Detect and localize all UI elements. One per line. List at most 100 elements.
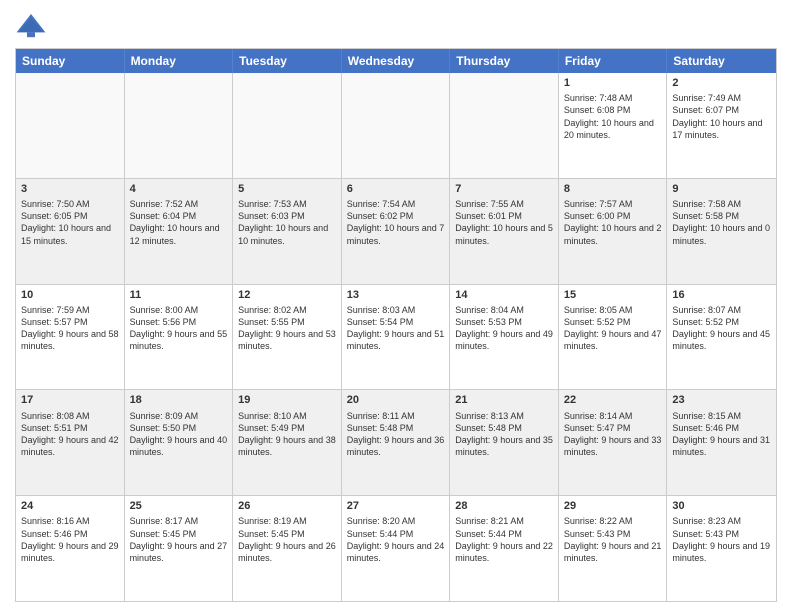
cal-cell-2-3: 5 Sunrise: 7:53 AMSunset: 6:03 PMDayligh…: [233, 179, 342, 284]
cal-cell-1-6: 1 Sunrise: 7:48 AMSunset: 6:08 PMDayligh…: [559, 73, 668, 178]
cal-cell-5-6: 29 Sunrise: 8:22 AMSunset: 5:43 PMDaylig…: [559, 496, 668, 601]
cal-cell-3-4: 13 Sunrise: 8:03 AMSunset: 5:54 PMDaylig…: [342, 285, 451, 390]
cell-info: Sunrise: 8:22 AMSunset: 5:43 PMDaylight:…: [564, 515, 662, 564]
cal-cell-4-4: 20 Sunrise: 8:11 AMSunset: 5:48 PMDaylig…: [342, 390, 451, 495]
header-sunday: Sunday: [16, 49, 125, 73]
cell-info: Sunrise: 7:53 AMSunset: 6:03 PMDaylight:…: [238, 198, 336, 247]
cal-cell-3-1: 10 Sunrise: 7:59 AMSunset: 5:57 PMDaylig…: [16, 285, 125, 390]
cell-info: Sunrise: 8:19 AMSunset: 5:45 PMDaylight:…: [238, 515, 336, 564]
cell-info: Sunrise: 8:13 AMSunset: 5:48 PMDaylight:…: [455, 410, 553, 459]
cal-cell-5-4: 27 Sunrise: 8:20 AMSunset: 5:44 PMDaylig…: [342, 496, 451, 601]
week-row-1: 1 Sunrise: 7:48 AMSunset: 6:08 PMDayligh…: [16, 73, 776, 178]
cal-cell-4-6: 22 Sunrise: 8:14 AMSunset: 5:47 PMDaylig…: [559, 390, 668, 495]
cell-info: Sunrise: 8:08 AMSunset: 5:51 PMDaylight:…: [21, 410, 119, 459]
cal-cell-1-5: [450, 73, 559, 178]
cell-info: Sunrise: 8:23 AMSunset: 5:43 PMDaylight:…: [672, 515, 771, 564]
day-number: 24: [21, 499, 119, 513]
cell-info: Sunrise: 7:57 AMSunset: 6:00 PMDaylight:…: [564, 198, 662, 247]
cell-info: Sunrise: 8:03 AMSunset: 5:54 PMDaylight:…: [347, 304, 445, 353]
cell-info: Sunrise: 7:50 AMSunset: 6:05 PMDaylight:…: [21, 198, 119, 247]
day-number: 14: [455, 288, 553, 302]
cal-cell-2-2: 4 Sunrise: 7:52 AMSunset: 6:04 PMDayligh…: [125, 179, 234, 284]
week-row-3: 10 Sunrise: 7:59 AMSunset: 5:57 PMDaylig…: [16, 284, 776, 390]
cal-cell-2-5: 7 Sunrise: 7:55 AMSunset: 6:01 PMDayligh…: [450, 179, 559, 284]
week-row-4: 17 Sunrise: 8:08 AMSunset: 5:51 PMDaylig…: [16, 389, 776, 495]
day-number: 30: [672, 499, 771, 513]
cell-info: Sunrise: 8:17 AMSunset: 5:45 PMDaylight:…: [130, 515, 228, 564]
day-number: 26: [238, 499, 336, 513]
logo-icon: [15, 10, 47, 42]
day-number: 20: [347, 393, 445, 407]
day-number: 29: [564, 499, 662, 513]
cal-cell-3-6: 15 Sunrise: 8:05 AMSunset: 5:52 PMDaylig…: [559, 285, 668, 390]
day-number: 16: [672, 288, 771, 302]
cell-info: Sunrise: 8:02 AMSunset: 5:55 PMDaylight:…: [238, 304, 336, 353]
day-number: 17: [21, 393, 119, 407]
cal-cell-1-2: [125, 73, 234, 178]
day-number: 18: [130, 393, 228, 407]
header-saturday: Saturday: [667, 49, 776, 73]
header-thursday: Thursday: [450, 49, 559, 73]
day-number: 4: [130, 182, 228, 196]
cal-cell-3-5: 14 Sunrise: 8:04 AMSunset: 5:53 PMDaylig…: [450, 285, 559, 390]
day-number: 7: [455, 182, 553, 196]
cell-info: Sunrise: 7:49 AMSunset: 6:07 PMDaylight:…: [672, 92, 771, 141]
cell-info: Sunrise: 8:14 AMSunset: 5:47 PMDaylight:…: [564, 410, 662, 459]
day-number: 19: [238, 393, 336, 407]
day-number: 22: [564, 393, 662, 407]
cell-info: Sunrise: 7:59 AMSunset: 5:57 PMDaylight:…: [21, 304, 119, 353]
cell-info: Sunrise: 8:00 AMSunset: 5:56 PMDaylight:…: [130, 304, 228, 353]
day-number: 6: [347, 182, 445, 196]
cal-cell-1-3: [233, 73, 342, 178]
cell-info: Sunrise: 8:10 AMSunset: 5:49 PMDaylight:…: [238, 410, 336, 459]
cal-cell-5-7: 30 Sunrise: 8:23 AMSunset: 5:43 PMDaylig…: [667, 496, 776, 601]
cal-cell-2-6: 8 Sunrise: 7:57 AMSunset: 6:00 PMDayligh…: [559, 179, 668, 284]
day-number: 15: [564, 288, 662, 302]
day-number: 5: [238, 182, 336, 196]
cal-cell-1-1: [16, 73, 125, 178]
logo: [15, 10, 51, 42]
page: Sunday Monday Tuesday Wednesday Thursday…: [0, 0, 792, 612]
cal-cell-4-5: 21 Sunrise: 8:13 AMSunset: 5:48 PMDaylig…: [450, 390, 559, 495]
cal-cell-1-7: 2 Sunrise: 7:49 AMSunset: 6:07 PMDayligh…: [667, 73, 776, 178]
cal-cell-5-1: 24 Sunrise: 8:16 AMSunset: 5:46 PMDaylig…: [16, 496, 125, 601]
calendar-body: 1 Sunrise: 7:48 AMSunset: 6:08 PMDayligh…: [16, 73, 776, 601]
cell-info: Sunrise: 8:16 AMSunset: 5:46 PMDaylight:…: [21, 515, 119, 564]
cal-cell-3-7: 16 Sunrise: 8:07 AMSunset: 5:52 PMDaylig…: [667, 285, 776, 390]
cal-cell-4-3: 19 Sunrise: 8:10 AMSunset: 5:49 PMDaylig…: [233, 390, 342, 495]
cal-cell-5-3: 26 Sunrise: 8:19 AMSunset: 5:45 PMDaylig…: [233, 496, 342, 601]
calendar-header: Sunday Monday Tuesday Wednesday Thursday…: [16, 49, 776, 73]
cell-info: Sunrise: 7:55 AMSunset: 6:01 PMDaylight:…: [455, 198, 553, 247]
cell-info: Sunrise: 8:09 AMSunset: 5:50 PMDaylight:…: [130, 410, 228, 459]
cal-cell-2-7: 9 Sunrise: 7:58 AMSunset: 5:58 PMDayligh…: [667, 179, 776, 284]
day-number: 2: [672, 76, 771, 90]
header-wednesday: Wednesday: [342, 49, 451, 73]
calendar: Sunday Monday Tuesday Wednesday Thursday…: [15, 48, 777, 602]
cell-info: Sunrise: 7:48 AMSunset: 6:08 PMDaylight:…: [564, 92, 662, 141]
day-number: 21: [455, 393, 553, 407]
cal-cell-4-1: 17 Sunrise: 8:08 AMSunset: 5:51 PMDaylig…: [16, 390, 125, 495]
cell-info: Sunrise: 8:20 AMSunset: 5:44 PMDaylight:…: [347, 515, 445, 564]
day-number: 13: [347, 288, 445, 302]
day-number: 10: [21, 288, 119, 302]
day-number: 25: [130, 499, 228, 513]
cal-cell-4-7: 23 Sunrise: 8:15 AMSunset: 5:46 PMDaylig…: [667, 390, 776, 495]
day-number: 11: [130, 288, 228, 302]
cal-cell-3-3: 12 Sunrise: 8:02 AMSunset: 5:55 PMDaylig…: [233, 285, 342, 390]
cell-info: Sunrise: 8:07 AMSunset: 5:52 PMDaylight:…: [672, 304, 771, 353]
day-number: 23: [672, 393, 771, 407]
cal-cell-1-4: [342, 73, 451, 178]
header-friday: Friday: [559, 49, 668, 73]
cell-info: Sunrise: 7:52 AMSunset: 6:04 PMDaylight:…: [130, 198, 228, 247]
day-number: 9: [672, 182, 771, 196]
cell-info: Sunrise: 8:11 AMSunset: 5:48 PMDaylight:…: [347, 410, 445, 459]
cal-cell-2-4: 6 Sunrise: 7:54 AMSunset: 6:02 PMDayligh…: [342, 179, 451, 284]
day-number: 28: [455, 499, 553, 513]
cal-cell-3-2: 11 Sunrise: 8:00 AMSunset: 5:56 PMDaylig…: [125, 285, 234, 390]
header-monday: Monday: [125, 49, 234, 73]
cal-cell-5-2: 25 Sunrise: 8:17 AMSunset: 5:45 PMDaylig…: [125, 496, 234, 601]
day-number: 12: [238, 288, 336, 302]
cal-cell-5-5: 28 Sunrise: 8:21 AMSunset: 5:44 PMDaylig…: [450, 496, 559, 601]
day-number: 3: [21, 182, 119, 196]
cell-info: Sunrise: 8:21 AMSunset: 5:44 PMDaylight:…: [455, 515, 553, 564]
